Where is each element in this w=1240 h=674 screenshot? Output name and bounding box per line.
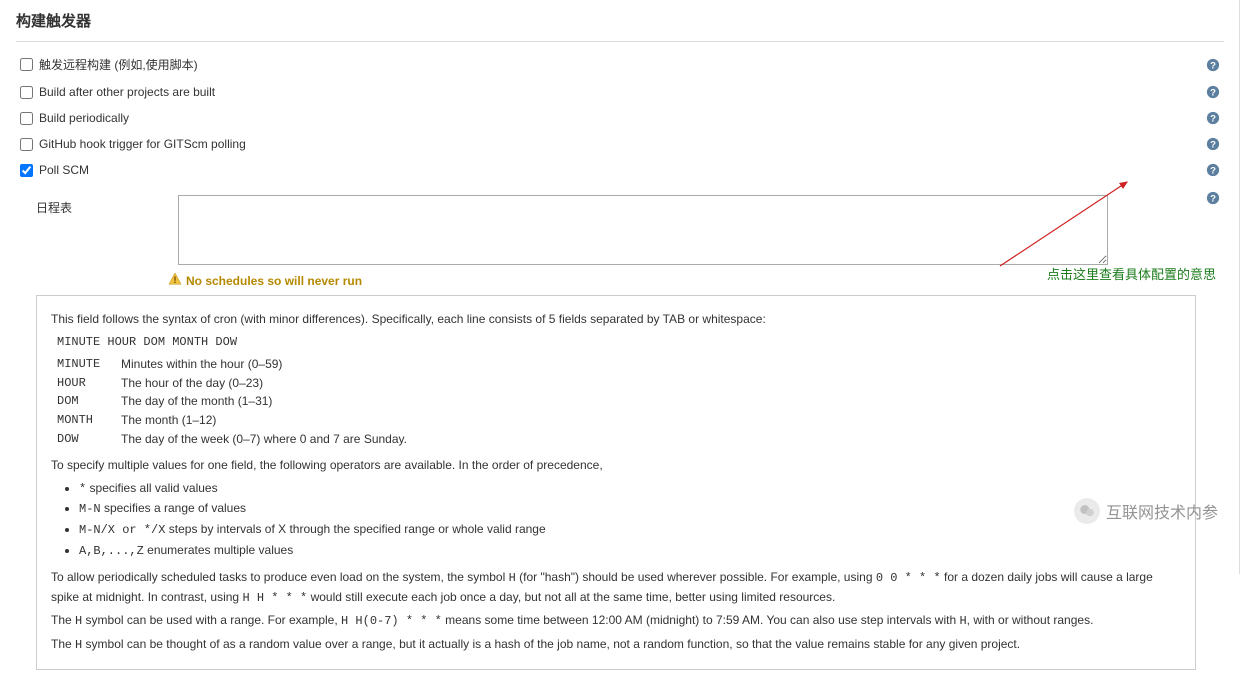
warning-icon bbox=[168, 272, 182, 289]
svg-text:?: ? bbox=[1210, 60, 1216, 71]
op-desc: specifies all valid values bbox=[86, 481, 217, 495]
help-field-key: DOM bbox=[57, 392, 111, 411]
help-operators-list: * specifies all valid values M-N specifi… bbox=[79, 479, 1181, 560]
help-hash-p2: The H symbol can be used with a range. F… bbox=[51, 611, 1181, 631]
help-field-val: The month (1–12) bbox=[121, 411, 216, 430]
trigger-label[interactable]: Poll SCM bbox=[39, 163, 1206, 177]
trigger-row: Poll SCM ? bbox=[20, 157, 1220, 183]
op-desc: steps by intervals of X through the spec… bbox=[165, 522, 545, 536]
op-desc: specifies a range of values bbox=[101, 501, 246, 515]
help-field-key: MINUTE bbox=[57, 355, 111, 374]
trigger-checkbox-remote[interactable] bbox=[20, 58, 33, 71]
trigger-label[interactable]: Build periodically bbox=[39, 111, 1206, 125]
watermark-text: 互联网技术内参 bbox=[1106, 499, 1218, 523]
op-desc: enumerates multiple values bbox=[144, 543, 293, 557]
help-field-key: HOUR bbox=[57, 374, 111, 393]
trigger-row: Build periodically ? bbox=[20, 105, 1220, 131]
help-field-val: Minutes within the hour (0–59) bbox=[121, 355, 282, 374]
help-operators-intro: To specify multiple values for one field… bbox=[51, 456, 1181, 475]
help-field-key: MONTH bbox=[57, 411, 111, 430]
trigger-label[interactable]: Build after other projects are built bbox=[39, 85, 1206, 99]
svg-text:?: ? bbox=[1210, 114, 1216, 125]
help-icon[interactable]: ? bbox=[1206, 137, 1220, 151]
warning-text: No schedules so will never run bbox=[186, 274, 362, 288]
trigger-checkbox-poll-scm[interactable] bbox=[20, 164, 33, 177]
trigger-row: 触发远程构建 (例如,使用脚本) ? bbox=[20, 50, 1220, 79]
svg-text:?: ? bbox=[1210, 140, 1216, 151]
help-icon[interactable]: ? bbox=[1206, 111, 1220, 125]
trigger-label[interactable]: GitHub hook trigger for GITScm polling bbox=[39, 137, 1206, 151]
help-icon[interactable]: ? bbox=[1206, 58, 1220, 72]
warning-row: No schedules so will never run bbox=[16, 268, 1224, 291]
svg-text:?: ? bbox=[1210, 88, 1216, 99]
op-code: M-N bbox=[79, 502, 101, 516]
help-field-val: The day of the month (1–31) bbox=[121, 392, 272, 411]
trigger-checkbox-build-after[interactable] bbox=[20, 86, 33, 99]
help-panel: This field follows the syntax of cron (w… bbox=[36, 295, 1196, 670]
svg-text:?: ? bbox=[1210, 166, 1216, 177]
svg-text:?: ? bbox=[1210, 194, 1216, 205]
trigger-checkbox-periodic[interactable] bbox=[20, 112, 33, 125]
help-field-val: The hour of the day (0–23) bbox=[121, 374, 263, 393]
help-icon[interactable]: ? bbox=[1206, 163, 1220, 177]
schedule-block: 日程表 ? bbox=[16, 191, 1224, 268]
help-icon[interactable]: ? bbox=[1206, 85, 1220, 99]
schedule-textarea[interactable] bbox=[178, 195, 1108, 265]
section-title: 构建触发器 bbox=[16, 4, 1224, 42]
op-code: M-N/X or */X bbox=[79, 523, 165, 537]
schedule-label: 日程表 bbox=[36, 195, 166, 268]
help-hash-p1: To allow periodically scheduled tasks to… bbox=[51, 568, 1181, 607]
help-field-key: DOW bbox=[57, 430, 111, 449]
help-fields-table: MINUTE Minutes within the hour (0–59) HOU… bbox=[57, 355, 1181, 448]
help-icon-schedule[interactable]: ? bbox=[1206, 191, 1220, 205]
help-field-val: The day of the week (0–7) where 0 and 7 … bbox=[121, 430, 407, 449]
trigger-label[interactable]: 触发远程构建 (例如,使用脚本) bbox=[39, 56, 1206, 73]
trigger-list: 触发远程构建 (例如,使用脚本) ? Build after other pro… bbox=[16, 42, 1224, 191]
wechat-icon bbox=[1074, 498, 1100, 524]
op-code: A,B,...,Z bbox=[79, 544, 144, 558]
trigger-row: GitHub hook trigger for GITScm polling ? bbox=[20, 131, 1220, 157]
watermark: 互联网技术内参 bbox=[1074, 498, 1218, 524]
trigger-checkbox-github-hook[interactable] bbox=[20, 138, 33, 151]
trigger-row: Build after other projects are built ? bbox=[20, 79, 1220, 105]
help-intro: This field follows the syntax of cron (w… bbox=[51, 310, 1181, 329]
help-syntax-line: MINUTE HOUR DOM MONTH DOW bbox=[57, 333, 1181, 352]
help-hash-p3: The H symbol can be thought of as a rand… bbox=[51, 635, 1181, 655]
